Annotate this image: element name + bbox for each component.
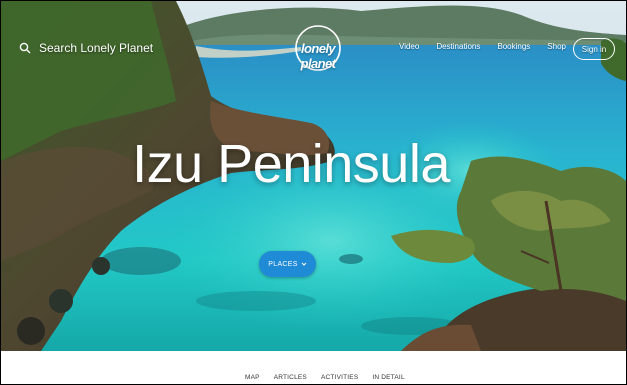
subnav-item-activities[interactable]: ACTIVITIES: [321, 374, 358, 381]
section-subnav: MAP ARTICLES ACTIVITIES IN DETAIL: [1, 351, 626, 384]
subnav-item-map[interactable]: MAP: [245, 374, 260, 381]
hero-banner: Search Lonely Planet lonely planet Video…: [1, 1, 626, 351]
subnav-item-articles[interactable]: ARTICLES: [274, 374, 307, 381]
search-box[interactable]: Search Lonely Planet: [19, 41, 153, 55]
sign-in-button[interactable]: Sign in: [573, 38, 615, 60]
nav-item-destinations[interactable]: Destinations: [436, 42, 480, 51]
nav-item-video[interactable]: Video: [399, 42, 419, 51]
subnav-item-in-detail[interactable]: IN DETAIL: [372, 374, 404, 381]
search-placeholder: Search Lonely Planet: [39, 41, 154, 55]
nav-item-shop[interactable]: Shop: [547, 42, 566, 51]
page-title: Izu Peninsula: [132, 134, 450, 194]
page-frame: Search Lonely Planet lonely planet Video…: [0, 0, 627, 385]
logo-text: lonely planet: [300, 41, 336, 71]
chevron-down-icon: [301, 262, 307, 266]
lonely-planet-logo[interactable]: lonely planet: [283, 25, 353, 71]
places-button[interactable]: PLACES: [259, 251, 316, 277]
search-icon: [19, 42, 31, 54]
main-nav: Video Destinations Bookings Shop: [399, 42, 583, 51]
nav-item-bookings[interactable]: Bookings: [497, 42, 530, 51]
places-button-label: PLACES: [268, 260, 298, 268]
top-navigation-bar: Search Lonely Planet lonely planet Video…: [1, 1, 626, 71]
